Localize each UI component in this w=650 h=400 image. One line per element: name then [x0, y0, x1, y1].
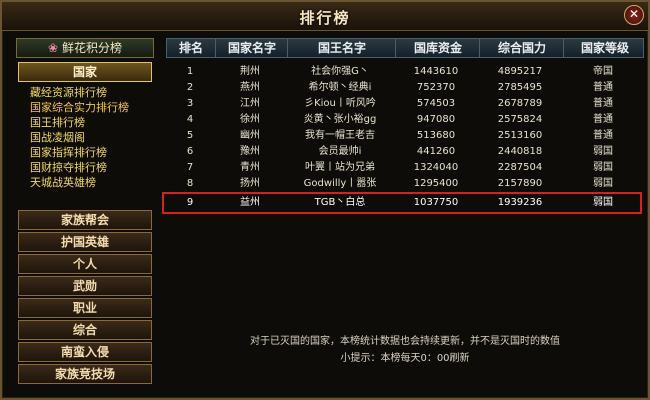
submenu-item-treasure[interactable]: 藏经资源排行榜	[30, 85, 150, 100]
nation-submenu: 藏经资源排行榜 国家综合实力排行榜 国王排行榜 国战凌烟阁 国家指挥排行榜 国财…	[30, 85, 150, 190]
table-row[interactable]: 3 江州 彡Kiou丨听风吟 574503 2678789 普通	[166, 96, 644, 112]
cell-level: 弱国	[593, 146, 613, 157]
table-row[interactable]: 4 徐州 炎黄丶张小裕gg 947080 2575824 普通	[166, 112, 644, 128]
table-row[interactable]: 6 豫州 会员最帅i 441260 2440818 弱国	[166, 144, 644, 160]
cell-treasury: 1324040	[413, 162, 459, 173]
cell-power: 2440818	[497, 146, 543, 157]
cell-power: 2157890	[497, 178, 543, 189]
cell-nation: 扬州	[240, 178, 260, 189]
close-icon[interactable]: ✕	[624, 5, 644, 25]
cell-king: TGB丶白总	[314, 197, 366, 208]
cell-treasury: 574503	[416, 98, 456, 109]
invasion-button[interactable]: 南蛮入侵	[18, 342, 152, 362]
cell-nation: 豫州	[240, 146, 260, 157]
personal-button[interactable]: 个人	[18, 254, 152, 274]
family-guild-button[interactable]: 家族帮会	[18, 210, 152, 230]
cell-treasury: 947080	[416, 114, 456, 125]
cell-nation: 徐州	[240, 114, 260, 125]
overall-button[interactable]: 综合	[18, 320, 152, 340]
cell-rank: 5	[186, 130, 194, 141]
header-treasury: 国库资金	[395, 39, 480, 57]
cell-power: 2513160	[497, 130, 543, 141]
cell-nation: 荆州	[240, 66, 260, 77]
cell-nation: 青州	[240, 162, 260, 173]
cell-power: 4895217	[497, 66, 543, 77]
submenu-item-king[interactable]: 国王排行榜	[30, 115, 150, 130]
table-row[interactable]: 2 燕州 希尔顿丶经典i 752370 2785495 普通	[166, 80, 644, 96]
title-bar: 排行榜 ✕	[2, 2, 648, 31]
cell-king: 会员最帅i	[318, 146, 362, 157]
cell-power: 2287504	[497, 162, 543, 173]
cell-king: Godwilly丨嚣张	[303, 178, 377, 189]
table-row[interactable]: 5 幽州 我有一帽王老吉 513680 2513160 普通	[166, 128, 644, 144]
cell-level: 普通	[593, 82, 613, 93]
cell-power: 2785495	[497, 82, 543, 93]
cell-rank: 2	[186, 82, 194, 93]
cell-treasury: 1443610	[413, 66, 459, 77]
window-title: 排行榜	[299, 9, 351, 27]
ranking-window: 排行榜 ✕ ❀ 鲜花积分榜 国家 藏经资源排行榜 国家综合实力排行榜 国王排行榜 …	[0, 0, 650, 400]
cell-rank: 6	[186, 146, 194, 157]
cell-rank: 3	[186, 98, 194, 109]
cell-nation: 益州	[240, 197, 260, 208]
cell-power: 2678789	[497, 98, 543, 109]
cell-nation: 江州	[240, 98, 260, 109]
flower-score-tab[interactable]: ❀ 鲜花积分榜	[16, 38, 154, 58]
flower-icon: ❀	[47, 41, 59, 55]
cell-rank: 4	[186, 114, 194, 125]
table-row[interactable]: 8 扬州 Godwilly丨嚣张 1295400 2157890 弱国	[166, 176, 644, 192]
cell-rank: 7	[186, 162, 194, 173]
header-level: 国家等级	[563, 39, 646, 57]
nation-button[interactable]: 国家	[18, 62, 152, 82]
table-row[interactable]: 1 荆州 社会你强G丶 1443610 4895217 帝国	[166, 64, 644, 80]
cell-king: 叶翼丨站为兄弟	[305, 162, 375, 173]
profession-button[interactable]: 职业	[18, 298, 152, 318]
submenu-item-heroes[interactable]: 天城战英雄榜	[30, 175, 150, 190]
cell-king: 社会你强G丶	[311, 66, 369, 77]
cell-treasury: 1295400	[413, 178, 459, 189]
cell-king: 炎黄丶张小裕gg	[303, 114, 377, 125]
cell-power: 1939236	[497, 197, 543, 208]
cell-level: 帝国	[593, 66, 613, 77]
cell-king: 彡Kiou丨听风吟	[304, 98, 376, 109]
cell-treasury: 1037750	[413, 197, 459, 208]
cell-treasury: 441260	[416, 146, 456, 157]
cell-treasury: 752370	[416, 82, 456, 93]
sidebar: ❀ 鲜花积分榜 国家 藏经资源排行榜 国家综合实力排行榜 国王排行榜 国战凌烟阁 …	[16, 38, 154, 394]
note-refresh-tip: 小提示：本榜每天0：00刷新	[340, 353, 470, 364]
cell-level: 普通	[593, 98, 613, 109]
cell-nation: 燕州	[240, 82, 260, 93]
header-nation: 国家名字	[215, 39, 288, 57]
table-row-selected[interactable]: 9 益州 TGB丶白总 1037750 1939236 弱国	[166, 195, 644, 211]
cell-rank: 9	[186, 197, 194, 208]
cell-rank: 1	[186, 66, 194, 77]
header-power: 综合国力	[479, 39, 564, 57]
cell-rank: 8	[186, 178, 194, 189]
submenu-item-strength[interactable]: 国家综合实力排行榜	[30, 100, 150, 115]
cell-king: 希尔顿丶经典i	[308, 82, 372, 93]
guardian-hero-button[interactable]: 护国英雄	[18, 232, 152, 252]
family-arena-button[interactable]: 家族竞技场	[18, 364, 152, 384]
cell-level: 弱国	[593, 197, 613, 208]
cell-power: 2575824	[497, 114, 543, 125]
submenu-item-command[interactable]: 国家指挥排行榜	[30, 145, 150, 160]
header-rank: 排名	[178, 41, 203, 55]
flower-tab-label: 鲜花积分榜	[62, 41, 123, 55]
table-row[interactable]: 7 青州 叶翼丨站为兄弟 1324040 2287504 弱国	[166, 160, 644, 176]
cell-treasury: 513680	[416, 130, 456, 141]
merit-button[interactable]: 武勋	[18, 276, 152, 296]
submenu-item-war-hall[interactable]: 国战凌烟阁	[30, 130, 150, 145]
cell-king: 我有一帽王老吉	[305, 130, 375, 141]
submenu-item-plunder[interactable]: 国财掠夺排行榜	[30, 160, 150, 175]
header-king: 国王名字	[287, 39, 396, 57]
cell-level: 普通	[593, 114, 613, 125]
note-update: 对于已灭国的国家，本榜统计数据也会持续更新，并不是灭国时的数值	[250, 336, 560, 347]
cell-level: 普通	[593, 130, 613, 141]
ranking-table: 排名 国家名字 国王名字 国库资金 综合国力 国家等级 1 荆州 社会你强G丶 …	[162, 38, 644, 394]
cell-level: 弱国	[593, 178, 613, 189]
cell-nation: 幽州	[240, 130, 260, 141]
table-header: 排名 国家名字 国王名字 国库资金 综合国力 国家等级	[166, 38, 644, 58]
cell-level: 弱国	[593, 162, 613, 173]
